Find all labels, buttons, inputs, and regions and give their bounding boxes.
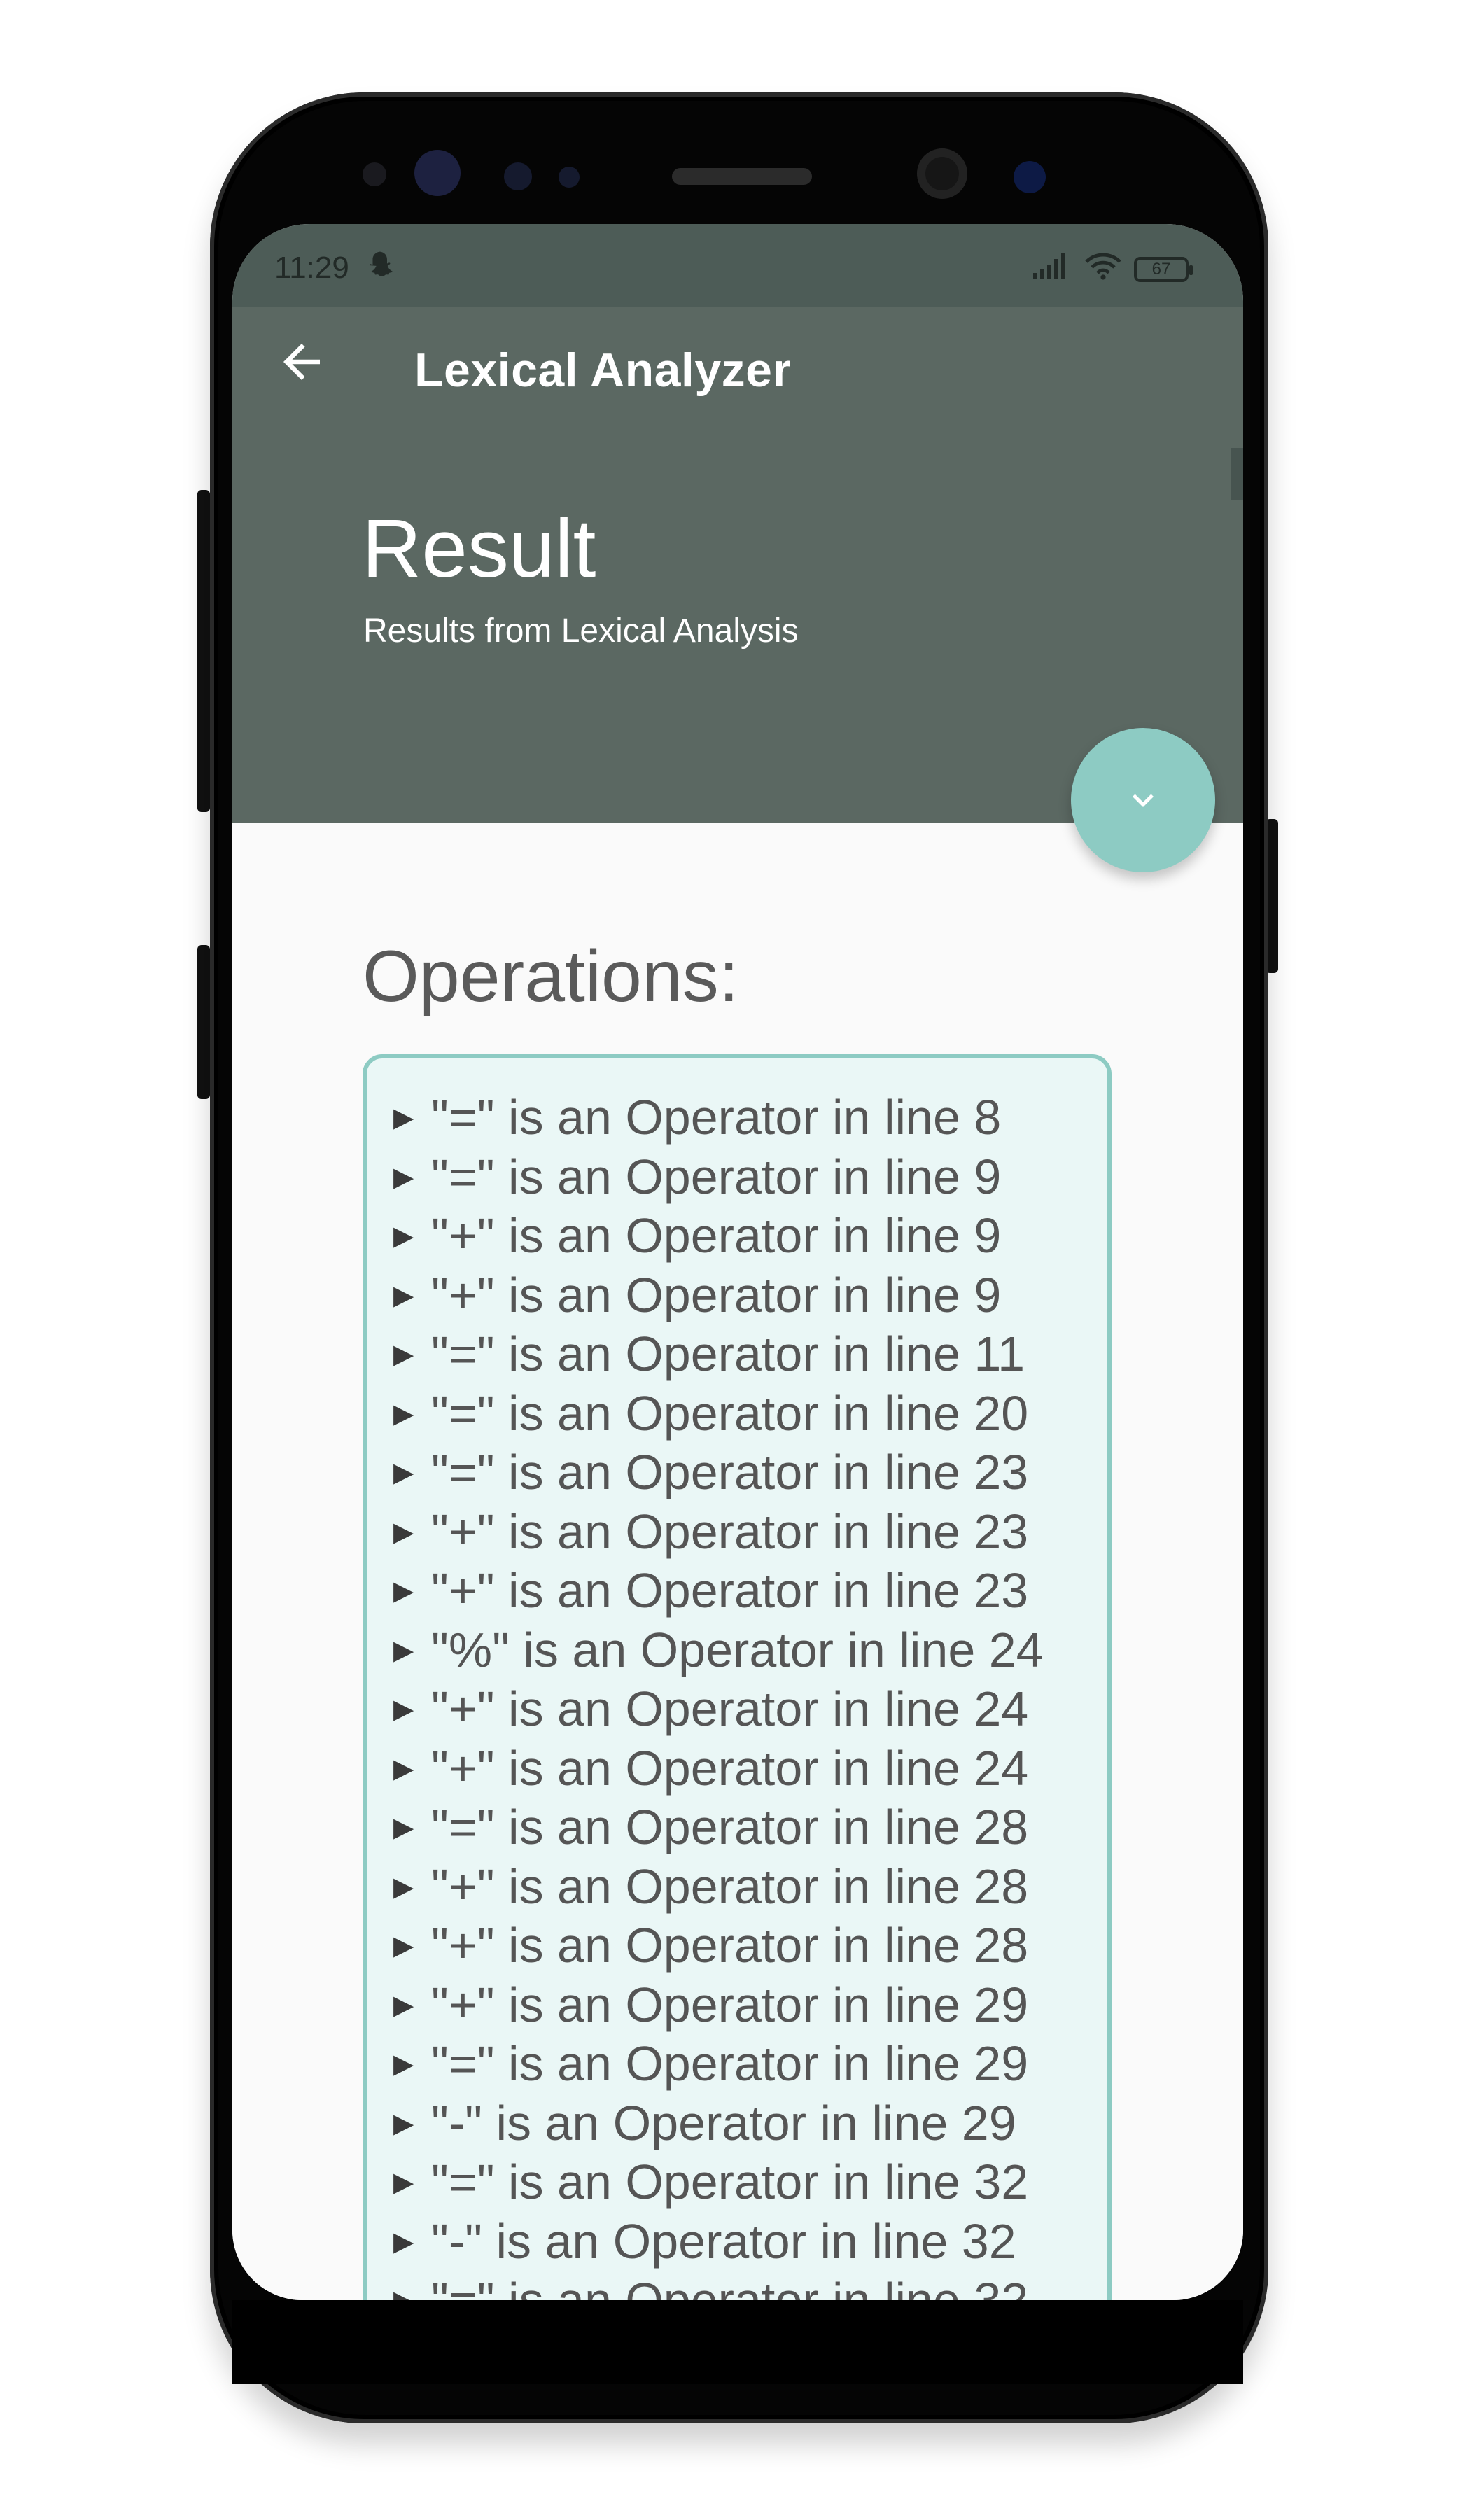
app-bar: Lexical Analyzer: [232, 307, 1243, 417]
bullet-triangle-icon: ▶: [393, 1989, 414, 2020]
operation-text: "=" is an Operator in line 9: [431, 1149, 1002, 1204]
list-item: ▶ "+" is an Operator in line 23: [393, 1561, 1107, 1620]
bullet-triangle-icon: ▶: [393, 1752, 414, 1784]
list-item: ▶ "+" is an Operator in line 28: [393, 1857, 1107, 1917]
operation-text: "+" is an Operator in line 23: [431, 1504, 1029, 1559]
list-item: ▶ "=" is an Operator in line 8: [393, 1088, 1107, 1147]
bullet-triangle-icon: ▶: [393, 1693, 414, 1725]
app-title: Lexical Analyzer: [414, 344, 792, 397]
arrow-back-icon[interactable]: [274, 335, 329, 389]
bullet-triangle-icon: ▶: [393, 1279, 414, 1310]
operation-text: "%" is an Operator in line 24: [431, 1622, 1044, 1677]
list-item: ▶ "=" is an Operator in line 9: [393, 1147, 1107, 1207]
bullet-triangle-icon: ▶: [393, 1457, 414, 1488]
operation-text: "=" is an Operator in line 20: [431, 1385, 1029, 1441]
chevron-down-icon: [1133, 794, 1154, 807]
operation-text: "=" is an Operator in line 23: [431, 1445, 1029, 1500]
iris-led-icon: [1014, 161, 1046, 193]
bullet-triangle-icon: ▶: [393, 2166, 414, 2198]
status-bar: 11:29 67: [232, 224, 1243, 307]
list-item: ▶ "+" is an Operator in line 9: [393, 1266, 1107, 1325]
list-item: ▶ "+" is an Operator in line 23: [393, 1502, 1107, 1562]
light-sensor-icon: [504, 162, 532, 190]
bullet-triangle-icon: ▶: [393, 2048, 414, 2080]
operations-list: ▶ "=" is an Operator in line 8 ▶ "=" is an …: [363, 1054, 1112, 2300]
earpiece-speaker: [672, 168, 812, 185]
operation-text: "+" is an Operator in line 28: [431, 1918, 1029, 1973]
device-canvas: 11:29 67 Lexical Analyzer Result Results…: [0, 0, 1472, 2520]
volume-down-button: [197, 945, 210, 1099]
status-icons: 67: [1033, 252, 1193, 287]
status-time: 11:29: [274, 251, 349, 285]
operation-text: "=" is an Operator in line 29: [431, 2036, 1029, 2092]
operation-text: "=" is an Operator in line 11: [431, 1326, 1025, 1382]
operation-text: "=" is an Operator in line 8: [431, 1090, 1002, 1145]
list-item: ▶ "-" is an Operator in line 29: [393, 2094, 1107, 2153]
ambient-sensor-icon: [559, 167, 580, 188]
bullet-triangle-icon: ▶: [393, 1338, 414, 1370]
operations-heading: Operations:: [363, 936, 739, 1017]
screen: 11:29 67 Lexical Analyzer Result Results…: [232, 224, 1243, 2300]
operation-text: "+" is an Operator in line 24: [431, 1740, 1029, 1795]
bullet-triangle-icon: ▶: [393, 1516, 414, 1547]
list-item: ▶ "=" is an Operator in line 23: [393, 1443, 1107, 1502]
page-title: Result: [362, 503, 596, 595]
operation-text: "+" is an Operator in line 28: [431, 1858, 1029, 1914]
operation-text: "=" is an Operator in line 32: [431, 2272, 1028, 2300]
operation-text: "+" is an Operator in line 24: [431, 1681, 1029, 1737]
operation-text: "+" is an Operator in line 29: [431, 1977, 1029, 2032]
list-item: ▶ "=" is an Operator in line 32: [393, 2152, 1107, 2212]
operation-text: "+" is an Operator in line 9: [431, 1267, 1002, 1322]
bullet-triangle-icon: ▶: [393, 1220, 414, 1252]
battery-icon: 67: [1134, 257, 1193, 282]
bullet-triangle-icon: ▶: [393, 1575, 414, 1606]
list-item: ▶ "%" is an Operator in line 24: [393, 1620, 1107, 1680]
bullet-triangle-icon: ▶: [393, 2107, 414, 2138]
volume-up-button: [197, 490, 210, 812]
iris-scanner-icon: [414, 150, 461, 196]
list-item: ▶ "+" is an Operator in line 9: [393, 1206, 1107, 1266]
operation-text: "+" is an Operator in line 9: [431, 1208, 1002, 1264]
bullet-triangle-icon: ▶: [393, 1397, 414, 1429]
bullet-triangle-icon: ▶: [393, 1102, 414, 1133]
operation-text: "+" is an Operator in line 23: [431, 1563, 1029, 1618]
bullet-triangle-icon: ▶: [393, 1161, 414, 1192]
content-area: Operations: ▶ "=" is an Operator in line …: [232, 823, 1243, 2300]
wifi-icon: [1085, 252, 1121, 287]
list-item: ▶ "=" is an Operator in line 20: [393, 1384, 1107, 1443]
bullet-triangle-icon: ▶: [393, 1930, 414, 1961]
operation-text: "=" is an Operator in line 28: [431, 1800, 1029, 1855]
proximity-sensor-icon: [363, 162, 386, 186]
list-item: ▶ "=" is an Operator in line 11: [393, 1324, 1107, 1384]
bottom-bezel: [232, 2300, 1243, 2384]
bullet-triangle-icon: ▶: [393, 2285, 431, 2300]
list-item: ▶ "+" is an Operator in line 24: [393, 1739, 1107, 1798]
snapchat-ghost-icon: [364, 249, 395, 288]
front-camera-icon: [917, 148, 967, 199]
list-item: ▶ "+" is an Operator in line 28: [393, 1916, 1107, 1975]
list-item: ▶ "-" is an Operator in line 32: [393, 2212, 1107, 2272]
operation-text: "-" is an Operator in line 32: [431, 2213, 1016, 2269]
bullet-triangle-icon: ▶: [393, 1870, 414, 1902]
list-item: ▶ "+" is an Operator in line 24: [393, 1679, 1107, 1739]
list-item: ▶"=" is an Operator in line 32: [393, 2271, 1107, 2300]
scrollbar-thumb[interactable]: [1231, 448, 1243, 500]
scroll-down-fab[interactable]: [1071, 728, 1215, 872]
bullet-triangle-icon: ▶: [393, 1812, 414, 1843]
operation-text: "-" is an Operator in line 29: [431, 2095, 1016, 2150]
list-item: ▶ "=" is an Operator in line 29: [393, 2034, 1107, 2094]
list-item: ▶ "+" is an Operator in line 29: [393, 1975, 1107, 2035]
list-item: ▶ "=" is an Operator in line 28: [393, 1798, 1107, 1857]
page-subtitle: Results from Lexical Analysis: [363, 612, 799, 650]
signal-bars-icon: [1033, 253, 1072, 286]
bullet-triangle-icon: ▶: [393, 1634, 414, 1665]
operation-text: "=" is an Operator in line 32: [431, 2155, 1029, 2210]
bullet-triangle-icon: ▶: [393, 2225, 414, 2257]
